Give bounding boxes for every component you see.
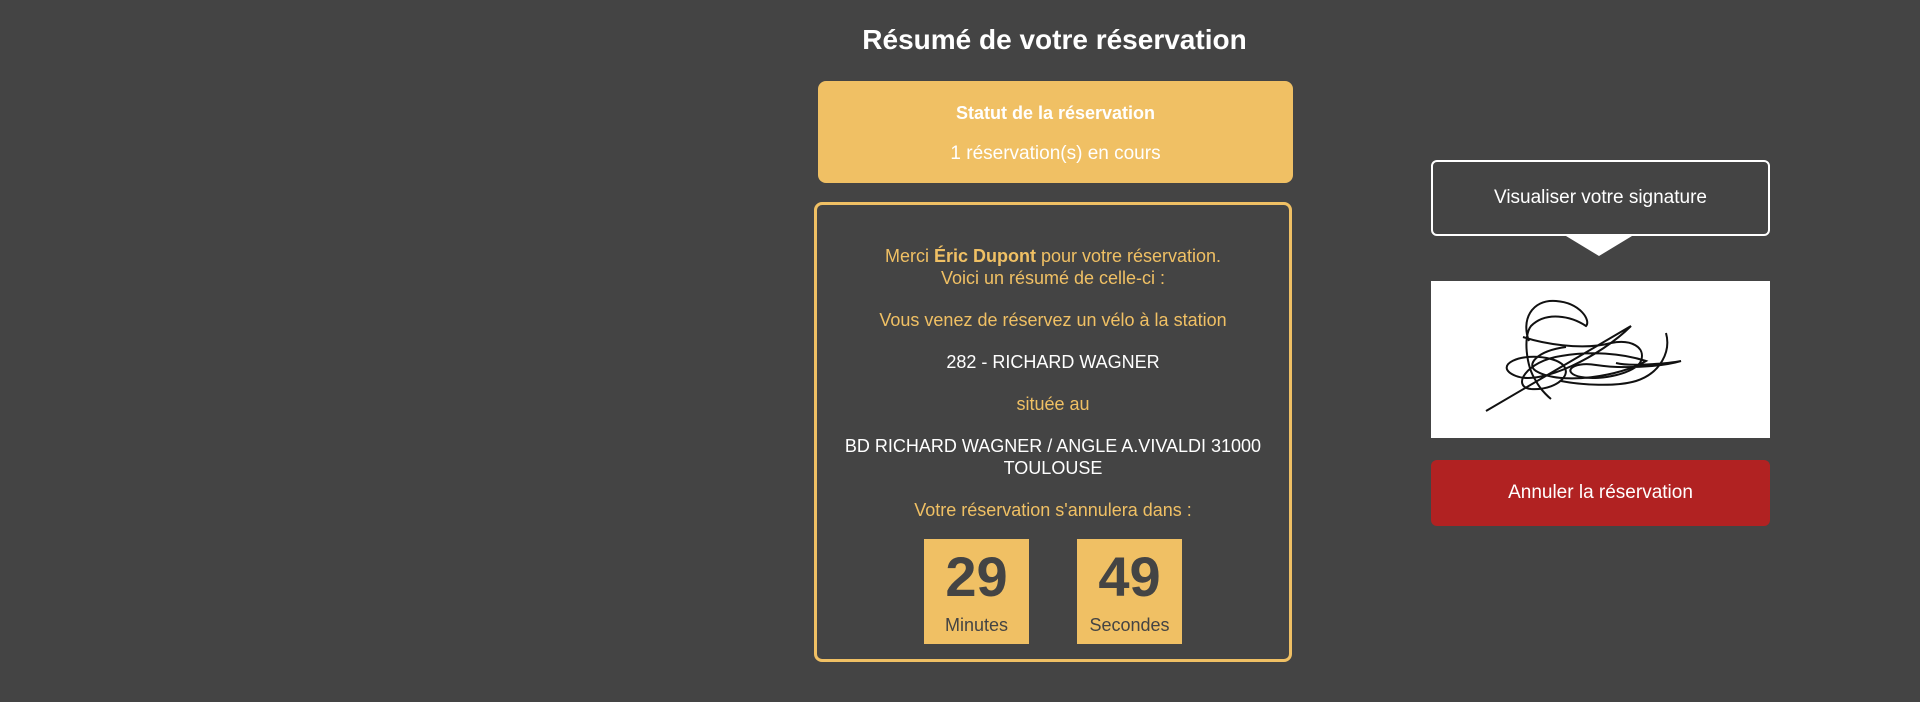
countdown: 29 Minutes 49 Secondes — [817, 539, 1289, 644]
station-name: 282 - RICHARD WAGNER — [946, 352, 1160, 372]
cancel-reservation-button[interactable]: Annuler la réservation — [1431, 460, 1770, 526]
seconds-label: Secondes — [1089, 615, 1170, 635]
signature-canvas — [1431, 281, 1770, 438]
station-address: BD RICHARD WAGNER / ANGLE A.VIVALDI 3100… — [844, 436, 1262, 478]
tooltip-arrow-icon — [1566, 236, 1632, 256]
countdown-minutes: 29 Minutes — [924, 539, 1029, 644]
countdown-seconds: 49 Secondes — [1077, 539, 1182, 644]
status-title: Statut de la réservation — [955, 103, 1156, 123]
thanks-message: Merci Éric Dupont pour votre réservation… — [817, 245, 1289, 267]
expire-label: Votre réservation s'annulera dans : — [914, 500, 1192, 520]
view-signature-button[interactable]: Visualiser votre signature — [1431, 160, 1770, 236]
station-intro: Vous venez de réservez un vélo à la stat… — [879, 310, 1227, 330]
status-text: 1 réservation(s) en cours — [950, 143, 1161, 164]
summary-intro: Voici un résumé de celle-ci : — [940, 268, 1166, 288]
reservation-status-box: Statut de la réservation 1 réservation(s… — [818, 81, 1293, 183]
thanks-suffix: pour votre réservation. — [1035, 246, 1222, 266]
reservation-summary-box: Merci Éric Dupont pour votre réservation… — [814, 202, 1292, 662]
page: Résumé de votre réservation Statut de la… — [0, 0, 1920, 702]
minutes-value: 29 — [945, 545, 1008, 608]
signature-drawing — [1485, 299, 1682, 412]
located-label: située au — [1016, 394, 1090, 414]
thanks-prefix: Merci — [884, 246, 934, 266]
user-name: Éric Dupont — [933, 246, 1036, 266]
minutes-label: Minutes — [944, 615, 1009, 635]
seconds-value: 49 — [1098, 545, 1161, 608]
page-title: Résumé de votre réservation — [862, 24, 1247, 55]
